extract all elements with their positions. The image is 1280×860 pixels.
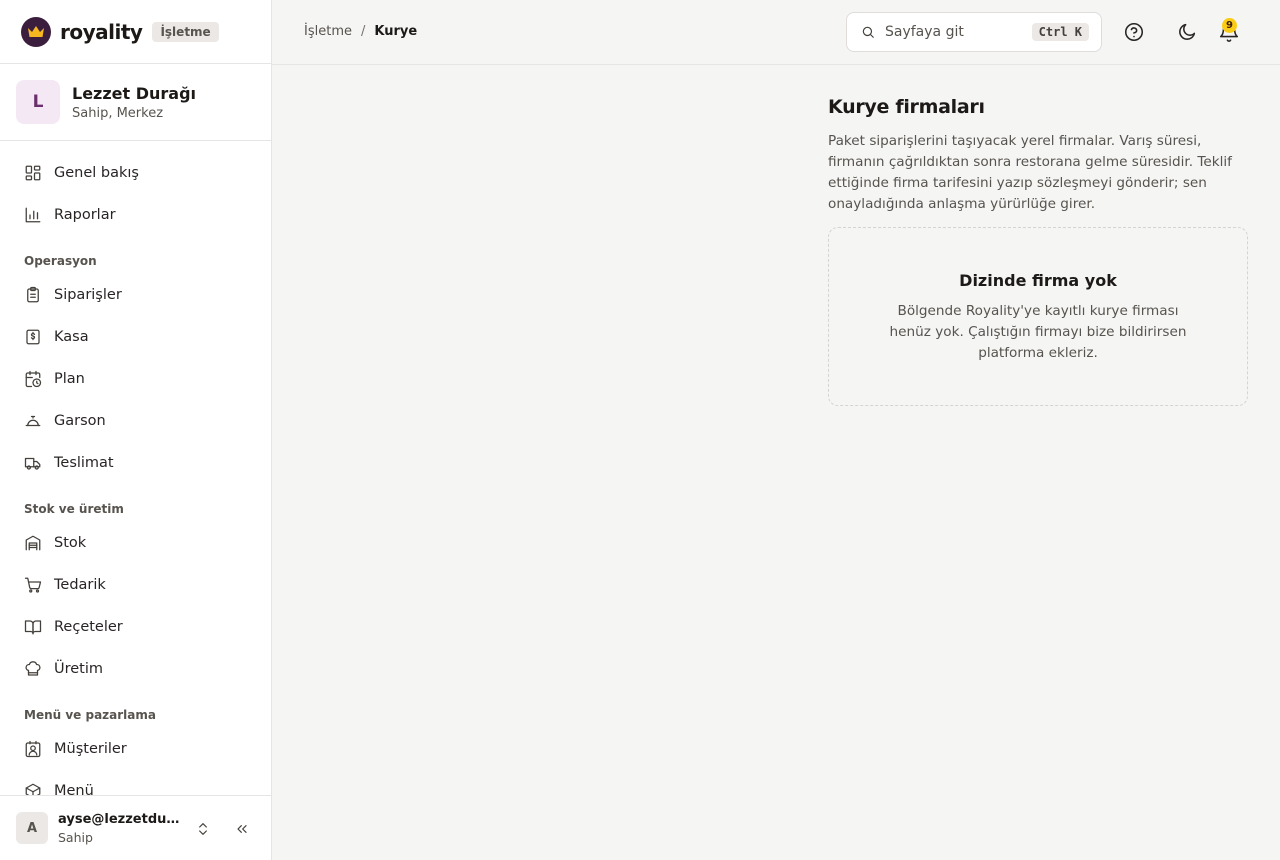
shopping-cart-icon bbox=[24, 577, 42, 593]
layout-grid-icon bbox=[25, 165, 41, 181]
sidebar-item-label: Tedarik bbox=[54, 577, 106, 593]
sidebar-item-label: Garson bbox=[54, 413, 106, 429]
cash-register-icon bbox=[26, 329, 40, 345]
search-placeholder: Sayfaya git bbox=[885, 24, 964, 40]
calendar-clock-icon bbox=[25, 370, 42, 388]
sidebar-item-label: Kasa bbox=[54, 329, 89, 345]
bar-chart-icon bbox=[25, 207, 41, 223]
clipboard-list-icon bbox=[27, 286, 39, 303]
org-switcher[interactable]: L Lezzet Durağı Sahip, Merkez bbox=[0, 64, 271, 141]
nav-group-title: Operasyon bbox=[24, 254, 97, 268]
sidebar-item-teslimat[interactable]: Teslimat bbox=[0, 442, 271, 484]
nav-group-title: Menü ve pazarlama bbox=[24, 708, 156, 722]
waiter-cloche-icon bbox=[25, 415, 41, 427]
chef-hat-icon bbox=[25, 661, 41, 676]
empty-state-title: Dizinde firma yok bbox=[959, 271, 1117, 290]
keyboard-shortcut: Ctrl K bbox=[1031, 23, 1089, 41]
sidebar-item-uretim[interactable]: Üretim bbox=[0, 648, 271, 690]
warehouse-icon bbox=[25, 535, 41, 551]
dark-mode-moon-icon[interactable] bbox=[1176, 21, 1198, 47]
sidebar-item-label: Genel bakış bbox=[54, 165, 139, 181]
breadcrumb-separator: / bbox=[360, 24, 366, 39]
sidebar-item-label: Menü bbox=[54, 783, 94, 795]
sidebar-item-label: Siparişler bbox=[54, 287, 122, 303]
notification-count-badge: 9 bbox=[1222, 18, 1237, 33]
sidebar-item-raporlar[interactable]: Raporlar bbox=[0, 194, 271, 236]
avatar: A bbox=[16, 812, 48, 844]
sidebar: royality İşletme L Lezzet Durağı Sahip, … bbox=[0, 0, 272, 860]
sidebar-item-plan[interactable]: Plan bbox=[0, 358, 271, 400]
sidebar-item-label: Üretim bbox=[54, 661, 104, 677]
empty-state: Dizinde firma yok Bölgende Royality'ye k… bbox=[828, 227, 1248, 406]
crown-logo-icon[interactable] bbox=[21, 16, 51, 47]
sidebar-item-siparisler[interactable]: Siparişler bbox=[0, 274, 271, 316]
brand-name[interactable]: royality bbox=[60, 20, 143, 44]
user-email: ayse@lezzetduragi.com bbox=[58, 811, 184, 827]
search-icon bbox=[862, 26, 874, 38]
book-open-icon bbox=[24, 620, 42, 635]
sidebar-item-label: Teslimat bbox=[54, 455, 114, 471]
sidebar-item-label: Plan bbox=[54, 371, 85, 387]
org-avatar: L bbox=[16, 80, 60, 124]
sidebar-item-label: Raporlar bbox=[54, 207, 116, 223]
page-description: Paket siparişlerini taşıyacak yerel firm… bbox=[828, 133, 1232, 212]
brand-header: royality İşletme bbox=[0, 0, 271, 64]
breadcrumb: İşletme / Kurye bbox=[304, 24, 417, 39]
sidebar-item-kasa[interactable]: Kasa bbox=[0, 316, 271, 358]
contact-icon bbox=[25, 740, 41, 758]
sidebar-nav: Genel bakış Raporlar Operasyon Siparişle… bbox=[0, 141, 271, 795]
sidebar-item-genel-bakis[interactable]: Genel bakış bbox=[0, 152, 271, 194]
sidebar-item-tedarik[interactable]: Tedarik bbox=[0, 564, 271, 606]
org-subtitle: Sahip, Merkez bbox=[72, 105, 164, 121]
collapse-sidebar-icon[interactable] bbox=[234, 821, 250, 841]
sidebar-item-garson[interactable]: Garson bbox=[0, 400, 271, 442]
sidebar-item-musteriler[interactable]: Müşteriler bbox=[0, 728, 271, 770]
page-title: Kurye firmaları bbox=[828, 96, 985, 118]
workspace-badge: İşletme bbox=[152, 21, 219, 42]
breadcrumb-current: Kurye bbox=[374, 24, 418, 39]
sidebar-item-menu[interactable]: Menü bbox=[0, 770, 271, 795]
sidebar-item-stok[interactable]: Stok bbox=[0, 522, 271, 564]
user-role: Sahip bbox=[58, 829, 93, 845]
main-content: Kurye firmaları Paket siparişlerini taşı… bbox=[828, 96, 1248, 406]
sidebar-item-receteler[interactable]: Reçeteler bbox=[0, 606, 271, 648]
truck-icon bbox=[24, 457, 41, 470]
sidebar-item-label: Reçeteler bbox=[54, 619, 123, 635]
search-input[interactable]: Sayfaya git Ctrl K bbox=[846, 12, 1102, 52]
chevrons-up-down-icon[interactable] bbox=[195, 821, 211, 841]
org-name: Lezzet Durağı bbox=[72, 83, 197, 103]
empty-state-description: Bölgende Royality'ye kayıtlı kurye firma… bbox=[889, 303, 1187, 361]
help-icon[interactable] bbox=[1123, 21, 1145, 47]
sidebar-item-label: Stok bbox=[54, 535, 87, 551]
top-bar: İşletme / Kurye Sayfaya git Ctrl K 9 bbox=[272, 0, 1280, 65]
user-menu[interactable]: A ayse@lezzetduragi.com Sahip bbox=[0, 795, 271, 860]
sidebar-item-label: Müşteriler bbox=[54, 741, 127, 757]
package-icon bbox=[25, 783, 41, 795]
nav-group-title: Stok ve üretim bbox=[24, 502, 124, 516]
breadcrumb-item[interactable]: İşletme bbox=[304, 24, 352, 39]
